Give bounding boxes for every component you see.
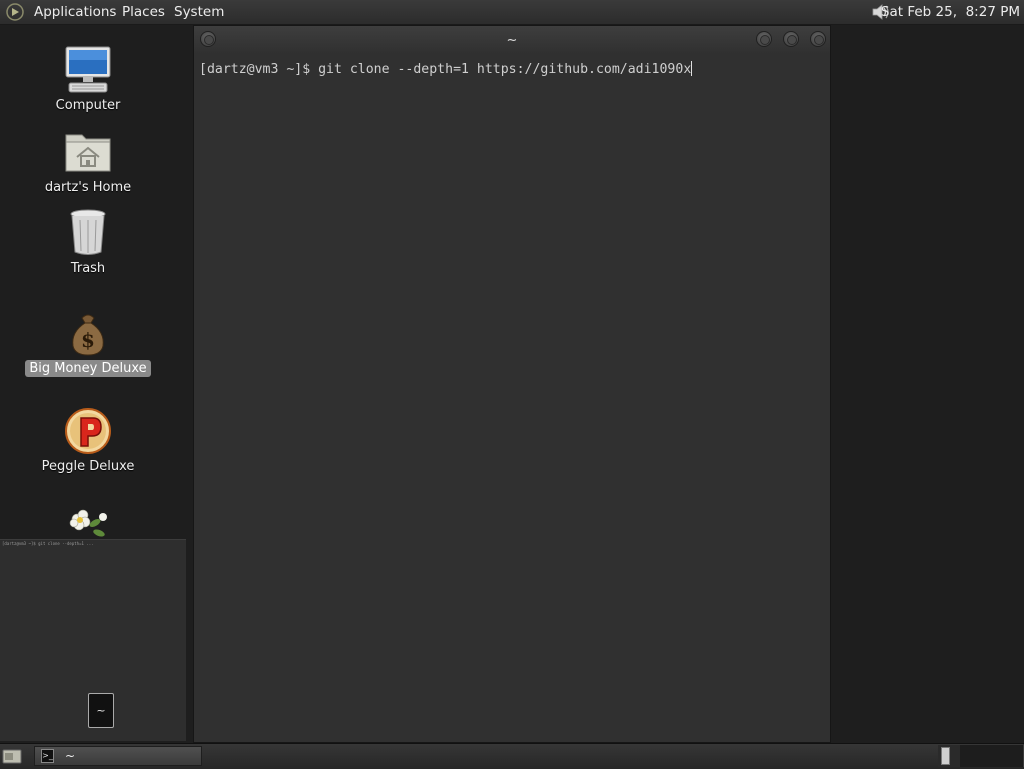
terminal-prompt: [dartz@vm3 ~]$ — [199, 62, 319, 77]
top-panel: Applications Places System Sat Feb 25, 8… — [0, 0, 1024, 25]
money-bag-icon: $ — [72, 314, 104, 356]
close-button[interactable] — [810, 31, 826, 47]
workspace-4[interactable] — [1004, 745, 1024, 767]
desktop-icon-label: Trash — [70, 261, 106, 276]
desktop-icon-label: Peggle Deluxe — [41, 459, 135, 474]
peggle-icon — [65, 408, 111, 454]
svg-text:$: $ — [81, 328, 95, 352]
window-title: ~ — [506, 33, 518, 48]
minimize-button[interactable] — [756, 31, 772, 47]
terminal-icon: >_ — [41, 749, 54, 763]
gnome-foot-icon[interactable] — [6, 3, 24, 21]
clock[interactable]: Sat Feb 25, 8:27 PM — [881, 4, 1020, 20]
maximize-button[interactable] — [783, 31, 799, 47]
desktop-icon-home[interactable]: dartz's Home — [13, 127, 163, 196]
workspace-preview[interactable]: [dartz@vm3 ~]$ git clone --depth=1 ... ~ — [0, 539, 186, 741]
menu-places[interactable]: Places — [122, 4, 165, 20]
text-cursor — [691, 61, 693, 76]
home-folder-icon — [65, 134, 111, 172]
menu-applications[interactable]: Applications — [34, 4, 116, 20]
window-menu-button[interactable] — [200, 31, 216, 47]
workspace-2[interactable] — [960, 745, 984, 767]
computer-icon — [65, 46, 111, 93]
taskbar-terminal-label: ~ — [65, 749, 76, 763]
desktop-icon-big-money[interactable]: $ Big Money Deluxe — [13, 308, 163, 377]
workspace-1[interactable] — [938, 745, 962, 767]
workspace-3[interactable] — [982, 745, 1006, 767]
preview-window-label: ~ — [96, 704, 106, 717]
desktop-icon-label: Big Money Deluxe — [25, 360, 151, 377]
terminal-window[interactable]: ~ [dartz@vm3 ~]$ git clone --depth=1 htt… — [193, 25, 831, 743]
desktop-icon-label: dartz's Home — [44, 180, 132, 195]
trash-icon — [70, 209, 106, 255]
bottom-panel: >_ ~ — [0, 743, 1024, 769]
preview-terminal-window[interactable]: ~ — [88, 693, 114, 728]
desktop-icon-trash[interactable]: Trash — [13, 208, 163, 277]
preview-text: [dartz@vm3 ~]$ git clone --depth=1 ... — [2, 541, 94, 546]
desktop-icon-peggle[interactable]: Peggle Deluxe — [13, 406, 163, 475]
terminal-command[interactable]: git clone --depth=1 https://github.com/a… — [318, 62, 691, 77]
terminal-titlebar[interactable]: ~ — [194, 26, 830, 54]
show-desktop-icon[interactable] — [2, 748, 22, 765]
taskbar-terminal-button[interactable]: >_ ~ — [34, 746, 202, 766]
terminal-body[interactable]: [dartz@vm3 ~]$ git clone --depth=1 https… — [194, 54, 830, 742]
menu-system[interactable]: System — [174, 4, 224, 20]
desktop-icon-label: Computer — [55, 98, 121, 113]
desktop-icon-computer[interactable]: Computer — [13, 45, 163, 114]
